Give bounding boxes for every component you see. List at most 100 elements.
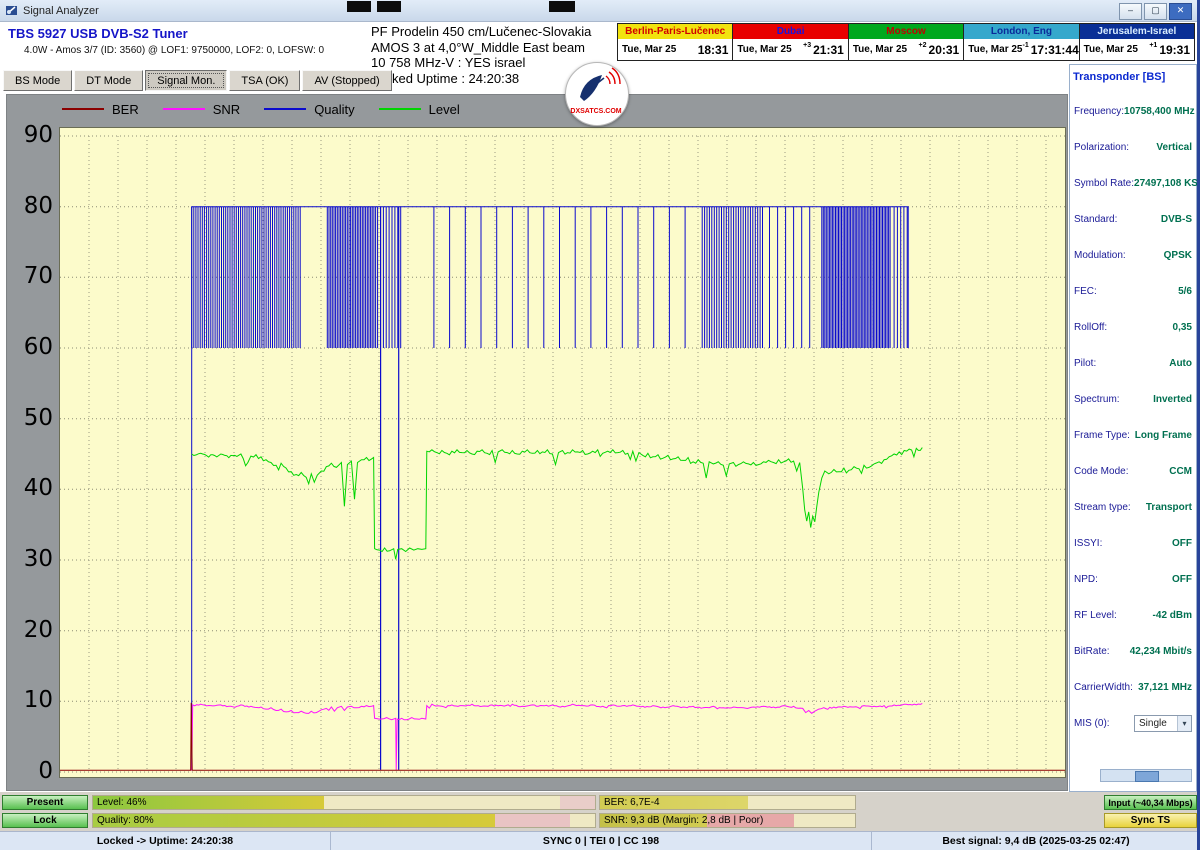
legend-color-swatch xyxy=(264,108,306,110)
y-tick-label: 40 xyxy=(7,474,53,502)
maximize-button[interactable]: ▢ xyxy=(1144,3,1167,20)
mini-scrollbar[interactable] xyxy=(1100,769,1192,782)
tp-label: CarrierWidth: xyxy=(1074,682,1133,693)
frequency-info-line: 10 758 MHz-V : YES israel xyxy=(371,55,591,71)
tp-value: Long Frame xyxy=(1135,430,1192,441)
meter-snr: SNR: 9,3 dB (Margin: 2,8 dB | Poor) xyxy=(599,813,856,828)
tp-label: ISSYI: xyxy=(1074,538,1102,549)
clock-time: 18:31 xyxy=(698,43,729,57)
meter-zone xyxy=(495,814,570,827)
meter-zone xyxy=(748,796,855,809)
tab-av-stopped[interactable]: AV (Stopped) xyxy=(302,70,391,91)
y-tick-label: 0 xyxy=(7,757,53,785)
legend-color-swatch xyxy=(163,108,205,110)
titlebar-dark-patch xyxy=(377,1,401,12)
clock-city-label: Berlin-Paris-Lučenec xyxy=(618,24,732,39)
clock-berlin-paris-lu-enec: Berlin-Paris-LučenecTue, Mar 2518:31 xyxy=(618,24,733,60)
mis-dropdown[interactable]: Single ▾ xyxy=(1134,715,1192,732)
tp-value: Transport xyxy=(1146,502,1192,513)
clock-date: Tue, Mar 25 xyxy=(853,44,907,55)
tp-row-rf-level: RF Level:-42 dBm xyxy=(1070,597,1196,633)
tp-value: 0,35 xyxy=(1173,322,1192,333)
tp-label: FEC: xyxy=(1074,286,1097,297)
clock-dubai: DubaiTue, Mar 25+321:31 xyxy=(733,24,848,60)
tp-value: -42 dBm xyxy=(1153,610,1192,621)
meter-level: Level: 46% xyxy=(92,795,596,810)
legend-label: BER xyxy=(112,102,139,117)
tuner-info: TBS 5927 USB DVB-S2 Tuner 4.0W - Amos 3/… xyxy=(8,26,324,56)
meter-ber: BER: 6,7E-4 xyxy=(599,795,856,810)
tp-value: OFF xyxy=(1172,538,1192,549)
satellite-info-line: AMOS 3 at 4,0°W_Middle East beam xyxy=(371,40,591,56)
tab-signal-mon[interactable]: Signal Mon. xyxy=(145,70,227,91)
minimize-button[interactable]: – xyxy=(1119,3,1142,20)
tp-row-spectrum: Spectrum:Inverted xyxy=(1070,381,1196,417)
transponder-title: Transponder [BS] xyxy=(1073,71,1193,83)
locked-uptime-line: Locked Uptime : 24:20:38 xyxy=(371,71,591,87)
legend-item-level: Level xyxy=(379,102,460,117)
tp-row-frame-type: Frame Type:Long Frame xyxy=(1070,417,1196,453)
legend-color-swatch xyxy=(62,108,104,110)
tuner-name: TBS 5927 USB DVB-S2 Tuner xyxy=(8,26,324,41)
close-button[interactable]: ✕ xyxy=(1169,3,1192,20)
legend-label: Quality xyxy=(314,102,354,117)
mis-selected-value: Single xyxy=(1139,718,1167,729)
clock-time: 17:31:44 xyxy=(1031,43,1079,57)
clock-time-display: Tue, Mar 2518:31 xyxy=(618,39,732,60)
window-controls: –▢✕ xyxy=(1119,3,1192,20)
y-tick-label: 60 xyxy=(7,333,53,361)
clock-date: Tue, Mar 25 xyxy=(968,44,1022,55)
legend-label: SNR xyxy=(213,102,240,117)
tab-tsa-ok[interactable]: TSA (OK) xyxy=(229,70,300,91)
y-tick-label: 90 xyxy=(7,121,53,149)
present-indicator: Present xyxy=(2,795,88,810)
level-meter-label: Level: 46% xyxy=(97,797,146,808)
transponder-panel: Transponder [BS] Frequency:10758,400 MHz… xyxy=(1069,64,1197,792)
tp-row-bitrate: BitRate:42,234 Mbit/s xyxy=(1070,633,1196,669)
tp-row-rolloff: RollOff: 0,35 xyxy=(1070,309,1196,345)
legend-item-quality: Quality xyxy=(264,102,354,117)
chart-panel: BERSNRQualityLevel 9080706050403020100 xyxy=(6,94,1068,791)
statusbar: Locked -> Uptime: 24:20:38 SYNC 0 | TEI … xyxy=(0,831,1200,850)
statusbar-lock-uptime: Locked -> Uptime: 24:20:38 xyxy=(0,832,331,850)
tp-row-stream-type: Stream type:Transport xyxy=(1070,489,1196,525)
lock-label: Lock xyxy=(33,815,56,826)
tp-value: 37,121 MHz xyxy=(1138,682,1192,693)
mode-tabs: BS ModeDT ModeSignal Mon.TSA (OK)AV (Sto… xyxy=(3,70,392,91)
tp-label: Symbol Rate: xyxy=(1074,178,1134,189)
tp-value: CCM xyxy=(1169,466,1192,477)
scrollbar-thumb[interactable] xyxy=(1135,771,1159,782)
signal-analyzer-window: Signal Analyzer –▢✕ TBS 5927 USB DVB-S2 … xyxy=(0,0,1200,850)
chevron-down-icon: ▾ xyxy=(1177,716,1191,731)
dish-info-block: PF Prodelin 450 cm/Lučenec-Slovakia AMOS… xyxy=(371,24,591,86)
legend-item-snr: SNR xyxy=(163,102,240,117)
titlebar-dark-patch xyxy=(549,1,575,12)
tp-label: RollOff: xyxy=(1074,322,1107,333)
tab-bs-mode[interactable]: BS Mode xyxy=(3,70,72,91)
meter-zone xyxy=(794,814,855,827)
clock-time: 20:31 xyxy=(929,43,960,57)
transponder-rows: Frequency:10758,400 MHzPolarization:Vert… xyxy=(1070,93,1196,741)
clock-city-label: Dubai xyxy=(733,24,847,39)
tp-value: Inverted xyxy=(1153,394,1192,405)
chart-svg xyxy=(60,128,1065,777)
tp-row-npd: NPD:OFF xyxy=(1070,561,1196,597)
y-tick-label: 80 xyxy=(7,192,53,220)
tp-value: 42,234 Mbit/s xyxy=(1130,646,1192,657)
tp-row-code-mode: Code Mode:CCM xyxy=(1070,453,1196,489)
tp-value: Vertical xyxy=(1156,142,1192,153)
meter-zone xyxy=(324,796,560,809)
meter-zone xyxy=(560,796,595,809)
tp-value: 10758,400 MHz xyxy=(1124,106,1195,117)
tab-dt-mode[interactable]: DT Mode xyxy=(74,70,143,91)
logo-text: DXSATCS.COM xyxy=(570,108,621,115)
tp-value: 27497,108 KS/s xyxy=(1134,178,1200,189)
y-tick-label: 30 xyxy=(7,545,53,573)
chart-legend: BER SNR Quality Level xyxy=(62,100,460,118)
clock-date: Tue, Mar 25 xyxy=(737,44,791,55)
titlebar-dark-patch xyxy=(347,1,371,12)
tp-row-symbol-rate: Symbol Rate:27497,108 KS/s xyxy=(1070,165,1196,201)
tp-row-polarization: Polarization:Vertical xyxy=(1070,129,1196,165)
clock-jerusalem-israel: Jerusalem-IsraelTue, Mar 25+119:31 xyxy=(1080,24,1194,60)
titlebar: Signal Analyzer –▢✕ xyxy=(0,0,1200,22)
